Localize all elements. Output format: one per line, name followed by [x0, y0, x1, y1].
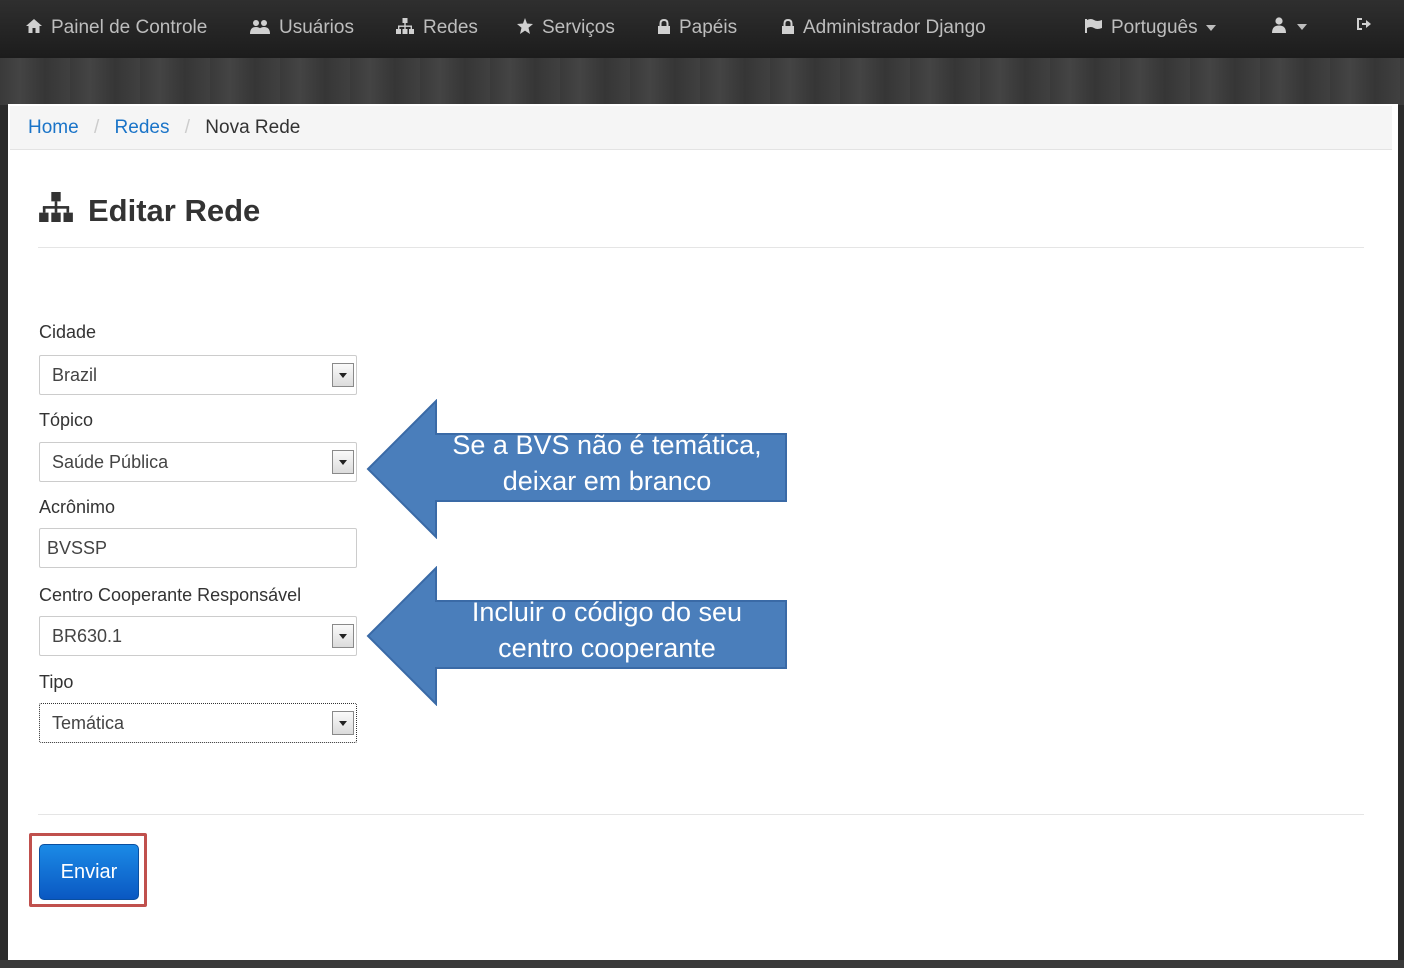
nav-item-label: Redes	[423, 17, 478, 38]
sitemap-icon	[38, 192, 74, 230]
breadcrumb-current: Nova Rede	[205, 117, 301, 138]
user-dropdown[interactable]	[1272, 17, 1307, 37]
callout-line: deixar em branco	[502, 466, 712, 496]
sitemap-icon	[396, 18, 414, 38]
nav-item-label: Serviços	[542, 17, 615, 38]
form-divider	[38, 814, 1364, 815]
cidade-select[interactable]: Brazil	[39, 355, 357, 395]
acronimo-input[interactable]	[39, 528, 357, 568]
caret-down-icon	[1205, 25, 1216, 31]
topico-label: Tópico	[39, 410, 94, 430]
callout-line: centro cooperante	[498, 633, 716, 663]
breadcrumb: Home / Redes / Nova Rede	[10, 106, 1392, 150]
chevron-down-icon[interactable]	[332, 624, 354, 648]
callout-arrow-topico: Se a BVS não é temática, deixar em branc…	[366, 399, 796, 539]
callout-line: Incluir o código do seu	[471, 597, 743, 627]
callout-text: Incluir o código do seu centro cooperant…	[426, 594, 788, 666]
tipo-select[interactable]: Temática	[39, 703, 357, 743]
submit-button[interactable]: Enviar	[39, 844, 139, 900]
lock-icon	[658, 18, 670, 38]
page-bottom-border	[0, 960, 1404, 968]
nav-item-label: Administrador Django	[803, 17, 986, 38]
cidade-value: Brazil	[52, 365, 98, 385]
language-label: Português	[1111, 17, 1198, 38]
nav-item-label: Usuários	[279, 17, 354, 38]
caret-down-icon	[1297, 24, 1307, 30]
nav-item-label: Painel de Controle	[51, 17, 208, 38]
nav-item-papeis[interactable]: Papéis	[658, 17, 737, 39]
topico-value: Saúde Pública	[52, 452, 169, 472]
cidade-label: Cidade	[39, 322, 97, 342]
page-title-text: Editar Rede	[88, 193, 261, 228]
centro-label: Centro Cooperante Responsável	[39, 585, 302, 605]
nav-item-usuarios[interactable]: Usuários	[250, 17, 354, 39]
tipo-label: Tipo	[39, 672, 74, 692]
page-title: Editar Rede	[38, 192, 260, 230]
callout-arrow-centro: Incluir o código do seu centro cooperant…	[366, 566, 796, 706]
acronimo-label: Acrônimo	[39, 497, 116, 517]
chevron-down-icon[interactable]	[332, 450, 354, 474]
home-icon	[26, 19, 42, 37]
nav-item-admin-django[interactable]: Administrador Django	[782, 17, 986, 39]
content-panel: Home / Redes / Nova Rede Editar Rede Cid…	[8, 104, 1398, 968]
language-dropdown[interactable]: Português	[1085, 17, 1216, 39]
nav-item-redes[interactable]: Redes	[396, 17, 478, 39]
star-icon	[517, 18, 533, 38]
nav-item-label: Papéis	[679, 17, 738, 38]
chevron-down-icon[interactable]	[332, 711, 354, 735]
user-icon	[1272, 17, 1286, 37]
breadcrumb-separator: /	[93, 117, 100, 138]
nav-item-painel[interactable]: Painel de Controle	[26, 17, 207, 39]
topico-select[interactable]: Saúde Pública	[39, 442, 357, 482]
nav-item-servicos[interactable]: Serviços	[517, 17, 615, 39]
users-icon	[250, 19, 270, 38]
callout-line: Se a BVS não é temática,	[452, 430, 762, 460]
flag-icon	[1085, 19, 1102, 37]
lock-icon	[782, 18, 794, 38]
top-navbar: Painel de Controle Usuários Redes Serviç…	[0, 0, 1404, 58]
breadcrumb-separator: /	[184, 117, 191, 138]
chevron-down-icon[interactable]	[332, 363, 354, 387]
logout-button[interactable]	[1356, 17, 1381, 35]
tipo-value: Temática	[52, 713, 125, 733]
logout-icon	[1356, 17, 1372, 35]
breadcrumb-redes-link[interactable]: Redes	[115, 117, 170, 138]
header-banner	[0, 58, 1404, 105]
centro-value: BR630.1	[52, 626, 123, 646]
breadcrumb-home-link[interactable]: Home	[28, 117, 79, 138]
callout-text: Se a BVS não é temática, deixar em branc…	[426, 427, 788, 499]
title-divider	[38, 247, 1364, 248]
centro-select[interactable]: BR630.1	[39, 616, 357, 656]
